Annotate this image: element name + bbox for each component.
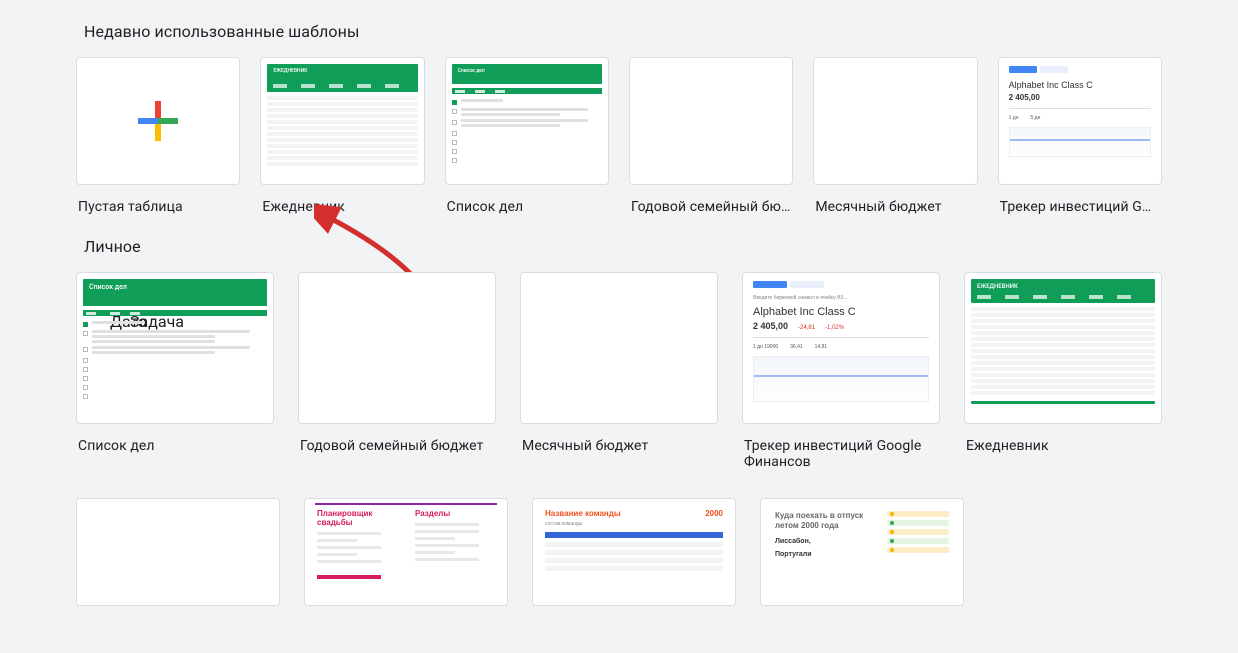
template-thumb <box>298 272 496 424</box>
template-card-team[interactable]: Название команды 2000 состав команды <box>532 498 736 606</box>
template-label: Пустая таблица <box>76 185 240 215</box>
template-card-todo[interactable]: Список дел ДатаЗадача Список дел <box>76 272 274 470</box>
travel-title-2: летом 2000 года <box>775 521 839 530</box>
template-thumb <box>813 57 977 185</box>
template-thumb: Куда поехать в отпусклетом 2000 года Лис… <box>760 498 964 606</box>
team-year: 2000 <box>705 509 723 518</box>
section-title-recent: Недавно использованные шаблоны <box>76 0 1162 57</box>
template-thumb <box>76 498 280 606</box>
template-card-stock-tracker[interactable]: Alphabet Inc Class C 2 405,00 1 дн5 дн Т… <box>998 57 1162 215</box>
stock-chart <box>1009 127 1151 157</box>
stock-price: 2 405,00 <box>753 321 788 331</box>
travel-dest-2: Португали <box>775 551 873 558</box>
template-thumb: Список дел <box>445 57 609 185</box>
template-thumb: ЕЖЕДНЕВНИК <box>260 57 424 185</box>
template-card[interactable] <box>76 498 280 606</box>
wedding-title: Планировщик свадьбы <box>317 509 397 527</box>
section-title-personal: Личное <box>76 215 1162 272</box>
template-thumb: ЕЖЕДНЕВНИК <box>964 272 1162 424</box>
template-label: Годовой семейный бю… <box>629 185 793 215</box>
template-thumb: Введите биржевой символ в ячейку B3… Alp… <box>742 272 940 424</box>
row-personal-templates-2: Планировщик свадьбы Разделы Название ком… <box>76 498 1162 606</box>
template-card-planner[interactable]: ЕЖЕДНЕВНИК Ежедневник <box>964 272 1162 470</box>
stock-name: Alphabet Inc Class C <box>753 306 929 318</box>
team-title: Название команды <box>545 509 621 518</box>
stock-name: Alphabet Inc Class C <box>1009 80 1151 90</box>
plus-icon <box>136 99 180 143</box>
template-label: Ежедневник <box>260 185 424 215</box>
travel-title-1: Куда поехать в отпуск <box>775 511 863 520</box>
template-card-annual-budget[interactable]: Годовой семейный бю… <box>629 57 793 215</box>
template-thumb: Список дел ДатаЗадача <box>76 272 274 424</box>
template-thumb: Планировщик свадьбы Разделы <box>304 498 508 606</box>
stock-price: 2 405,00 <box>1009 93 1040 102</box>
stock-pct: -1,02% <box>825 325 844 331</box>
team-sub: состав команды <box>545 521 723 527</box>
row-recent-templates: Пустая таблица ЕЖЕДНЕВНИК Ежедневник Спи… <box>76 57 1162 215</box>
stock-chart <box>753 356 929 402</box>
template-card-blank[interactable]: Пустая таблица <box>76 57 240 215</box>
template-label: Список дел <box>445 185 609 215</box>
template-thumb: Название команды 2000 состав команды <box>532 498 736 606</box>
template-thumb <box>76 57 240 185</box>
template-card-planner[interactable]: ЕЖЕДНЕВНИК Ежедневник <box>260 57 424 215</box>
template-card-stock-tracker[interactable]: Введите биржевой символ в ячейку B3… Alp… <box>742 272 940 470</box>
template-gallery: Недавно использованные шаблоны Пустая та… <box>0 0 1238 606</box>
template-label: Список дел <box>76 424 274 454</box>
template-card-annual-budget[interactable]: Годовой семейный бюджет <box>298 272 496 470</box>
template-label: Годовой семейный бюджет <box>298 424 496 454</box>
template-label: Месячный бюджет <box>813 185 977 215</box>
template-card-travel[interactable]: Куда поехать в отпусклетом 2000 года Лис… <box>760 498 964 606</box>
template-label: Ежедневник <box>964 424 1162 454</box>
stock-change: -24,81 <box>798 325 815 331</box>
row-personal-templates: Список дел ДатаЗадача Список дел Годовой… <box>76 272 1162 470</box>
template-label: Месячный бюджет <box>520 424 718 454</box>
template-thumb: Alphabet Inc Class C 2 405,00 1 дн5 дн <box>998 57 1162 185</box>
template-card-wedding[interactable]: Планировщик свадьбы Разделы <box>304 498 508 606</box>
travel-dest-1: Лиссабон, <box>775 538 873 545</box>
template-thumb <box>520 272 718 424</box>
template-card-monthly-budget[interactable]: Месячный бюджет <box>520 272 718 470</box>
template-label: Трекер инвестиций G… <box>998 185 1162 215</box>
template-label: Трекер инвестиций Google Финансов <box>742 424 940 470</box>
template-thumb <box>629 57 793 185</box>
template-card-todo[interactable]: Список дел Список дел <box>445 57 609 215</box>
template-card-monthly-budget[interactable]: Месячный бюджет <box>813 57 977 215</box>
wedding-sections: Разделы <box>415 509 495 518</box>
